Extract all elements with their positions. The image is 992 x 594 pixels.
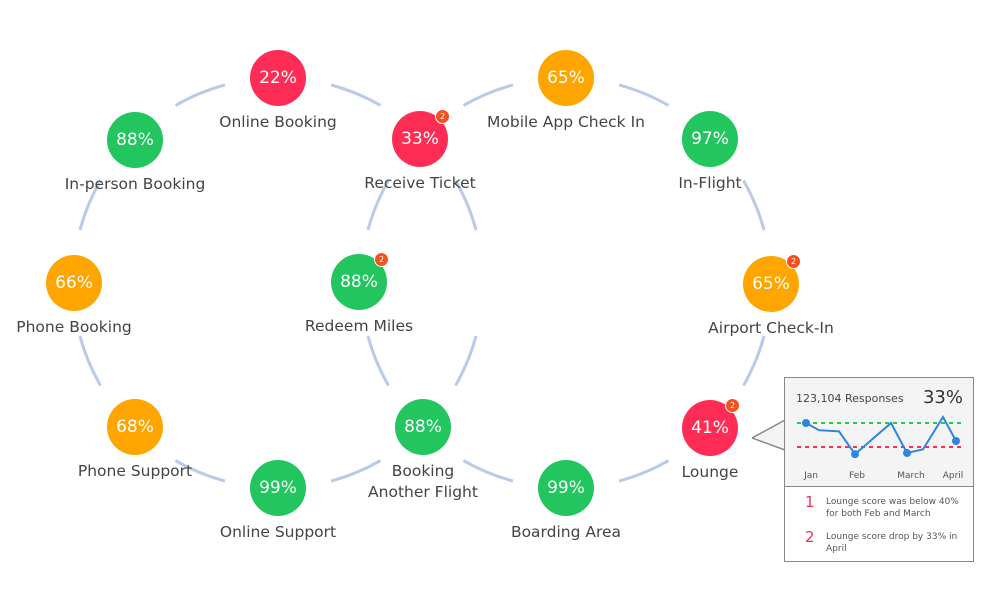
score-value: 65%	[752, 274, 790, 294]
alert-badge: 2	[725, 398, 740, 413]
touchpoint-node[interactable]: 65%	[538, 50, 594, 106]
score-value: 99%	[547, 478, 585, 498]
touchpoint-node[interactable]: 99%	[538, 460, 594, 516]
ring-connector	[366, 335, 390, 387]
touchpoint-node[interactable]: 33% 2	[392, 109, 450, 167]
touchpoint-node[interactable]: 66%	[46, 255, 102, 311]
touchpoint-label: Phone Support	[77, 462, 193, 480]
score-value: 88%	[116, 130, 154, 150]
ring-connector	[462, 83, 514, 107]
ring-connector	[330, 83, 382, 107]
ring-connector	[78, 335, 102, 387]
ring-connector	[742, 335, 766, 387]
touchpoint-node[interactable]: 88%	[395, 399, 451, 455]
alert-badge: 2	[374, 252, 389, 267]
score-value: 68%	[116, 417, 154, 437]
score-value: 22%	[259, 68, 297, 88]
touchpoint-node[interactable]: 68%	[107, 399, 163, 455]
data-point	[851, 450, 859, 459]
month-label: April	[943, 471, 964, 481]
month-label: Feb	[849, 471, 865, 481]
month-label: March	[897, 471, 924, 481]
note-text: Lounge score was below 40% for both Feb …	[826, 497, 959, 519]
ring-connector	[618, 83, 670, 107]
data-point	[952, 437, 960, 445]
score-value: 97%	[691, 129, 729, 149]
touchpoint-label: Receive Ticket	[364, 174, 476, 192]
note-number: 2	[805, 528, 815, 546]
score-value: 66%	[55, 273, 93, 293]
note-number: 1	[805, 493, 815, 511]
touchpoint-label: Airport Check-In	[708, 319, 834, 337]
touchpoint-label: Mobile App Check In	[487, 113, 645, 131]
touchpoint-node[interactable]: 22%	[250, 50, 306, 106]
touchpoint-label: Phone Booking	[16, 318, 132, 336]
touchpoint-label: Booking Another Flight	[368, 462, 478, 501]
touchpoint-label: Online Booking	[219, 113, 337, 131]
touchpoint-node[interactable]: 97%	[682, 111, 738, 167]
tooltip-pointer	[752, 420, 786, 451]
touchpoint-label: Online Support	[219, 523, 337, 541]
data-point	[903, 449, 911, 457]
touchpoint-label: Redeem Miles	[304, 317, 414, 335]
touchpoint-node[interactable]: 65% 2	[743, 254, 801, 312]
score-value: 99%	[259, 478, 297, 498]
touchpoint-label: Lounge	[681, 463, 739, 481]
touchpoint-label: In-person Booking	[64, 175, 206, 193]
trend-chart: Jan Feb March April	[797, 415, 965, 481]
touchpoint-node[interactable]: 88%	[107, 112, 163, 168]
lounge-tooltip: 123,104 Responses 33% Jan Feb March April 1…	[784, 377, 974, 562]
touchpoint-node[interactable]: 41% 2	[682, 398, 740, 456]
score-value: 33%	[401, 129, 439, 149]
ring-connector	[174, 83, 226, 107]
score-value: 65%	[547, 68, 585, 88]
data-point	[802, 419, 810, 427]
score-value: 88%	[340, 272, 378, 292]
alert-badge: 2	[435, 109, 450, 124]
score-value: 41%	[691, 418, 729, 438]
month-label: Jan	[803, 471, 818, 481]
ring-connector	[454, 335, 478, 387]
score-value: 88%	[404, 417, 442, 437]
note-text: Lounge score drop by 33% in April	[826, 532, 958, 554]
touchpoint-label: In-Flight	[678, 174, 742, 192]
touchpoint-label: Boarding Area	[510, 523, 622, 541]
touchpoint-node[interactable]: 99%	[250, 460, 306, 516]
alert-badge: 2	[786, 254, 801, 269]
touchpoint-node[interactable]: 88% 2	[331, 252, 389, 310]
